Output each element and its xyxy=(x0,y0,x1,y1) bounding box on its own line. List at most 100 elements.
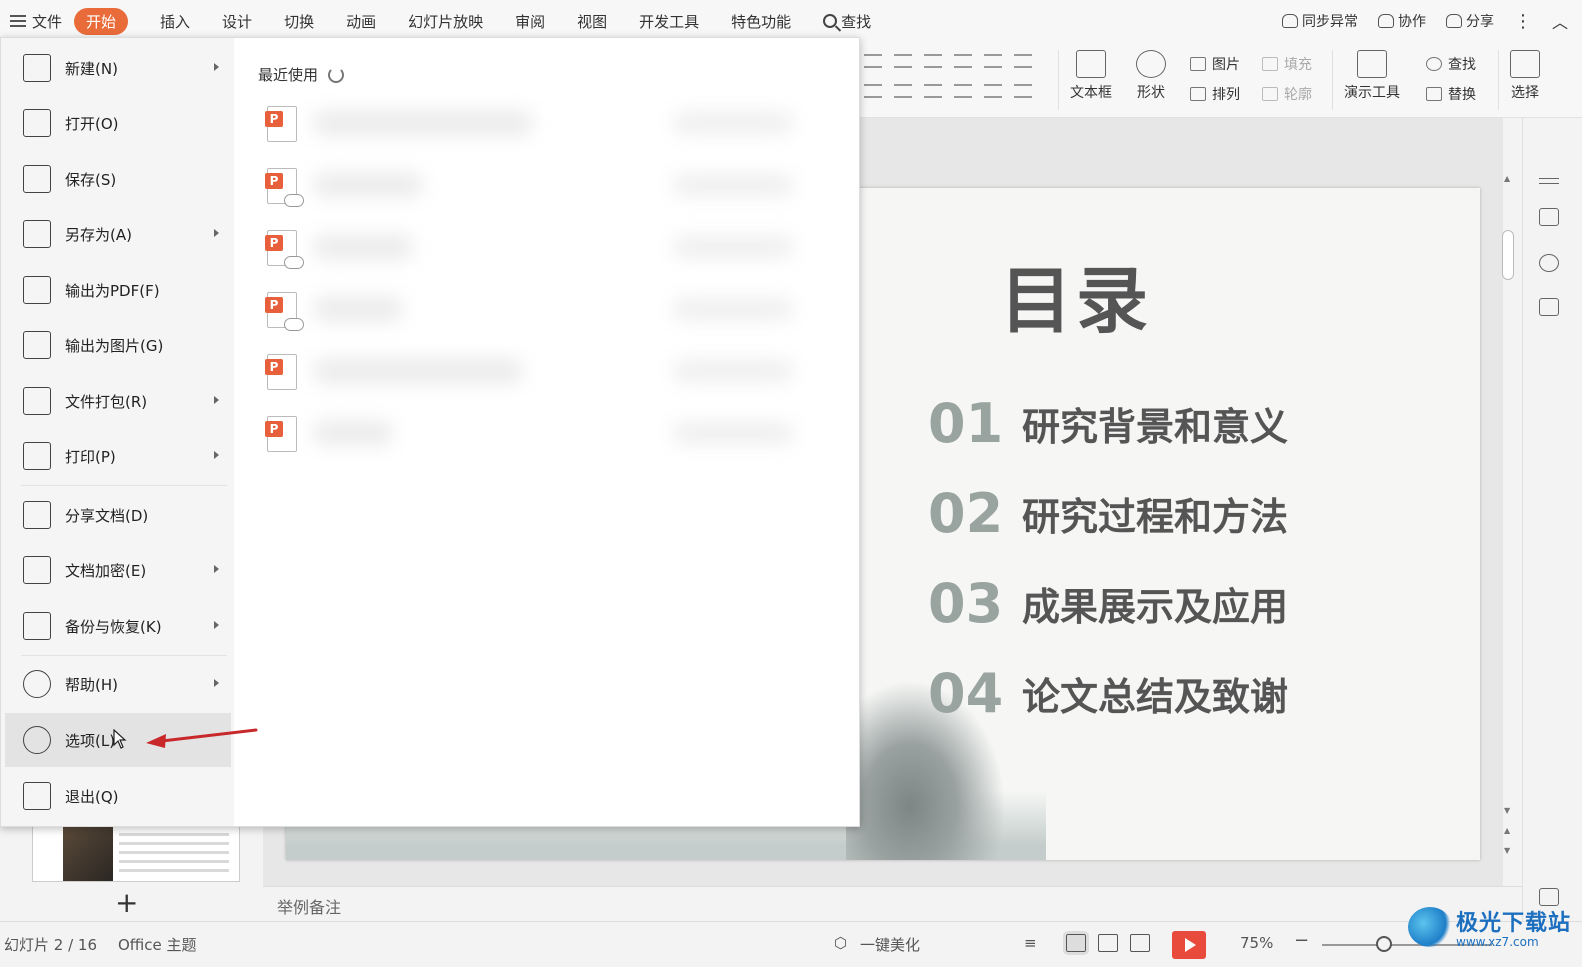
menu-item-exit[interactable]: 退出(Q) xyxy=(5,769,231,823)
paragraph-tools-row1[interactable] xyxy=(864,54,1032,68)
scroll-up-icon[interactable]: ▲ xyxy=(1504,174,1510,183)
properties-icon[interactable] xyxy=(1539,208,1559,226)
prev-slide-icon[interactable]: ▲ xyxy=(1504,826,1510,835)
menu-bar: 文件 开始 插入 设计 切换 动画 幻灯片放映 审阅 视图 开发工具 特色功能 … xyxy=(0,0,1582,42)
star-icon[interactable] xyxy=(1539,254,1559,272)
beautify-button[interactable]: 一键美化 xyxy=(860,934,920,955)
menu-item-label: 文档加密(E) xyxy=(65,561,147,580)
recent-file-item[interactable] xyxy=(263,162,823,216)
tab-special[interactable]: 特色功能 xyxy=(731,11,791,32)
scroll-down-icon[interactable]: ▼ xyxy=(1504,806,1510,815)
tab-review[interactable]: 审阅 xyxy=(515,11,545,32)
recent-file-item[interactable] xyxy=(263,410,823,464)
sorter-view-icon[interactable] xyxy=(1098,934,1118,952)
zoom-slider-knob[interactable] xyxy=(1376,936,1392,952)
file-label: 文件 xyxy=(32,12,63,31)
beautify-icon[interactable]: ⬡ xyxy=(834,934,847,952)
menu-item-help[interactable]: 帮助(H) xyxy=(5,657,231,711)
tab-slideshow[interactable]: 幻灯片放映 xyxy=(408,11,483,32)
menu-item-export-pdf[interactable]: 输出为PDF(F) xyxy=(5,263,231,317)
toc-item[interactable]: 01 研究背景和意义 xyxy=(928,392,1288,455)
recent-file-date-blurred xyxy=(673,174,793,196)
menu-item-open[interactable]: 打开(O) xyxy=(5,96,231,150)
menu-item-package[interactable]: 文件打包(R) xyxy=(5,374,231,428)
submenu-arrow-icon xyxy=(214,396,219,404)
file-menu-button[interactable]: 文件 xyxy=(0,6,72,36)
reading-view-icon[interactable] xyxy=(1130,934,1150,952)
recent-file-item[interactable] xyxy=(263,100,823,154)
tab-start[interactable]: 开始 xyxy=(74,7,129,35)
submenu-arrow-icon xyxy=(214,229,219,237)
collapse-ribbon-icon[interactable]: ︿ xyxy=(1552,9,1568,33)
toc-item[interactable]: 04 论文总结及致谢 xyxy=(928,662,1288,725)
tab-design[interactable]: 设计 xyxy=(222,11,252,32)
arrange-icon xyxy=(1190,87,1206,101)
gear-icon xyxy=(23,726,51,754)
more-options-icon[interactable]: ⋮ xyxy=(1514,11,1532,32)
present-tools-button[interactable]: 演示工具 xyxy=(1344,50,1400,102)
recent-file-item[interactable] xyxy=(263,224,823,278)
zoom-out-icon[interactable]: − xyxy=(1294,930,1309,951)
search-icon xyxy=(823,14,838,28)
toc-item[interactable]: 02 研究过程和方法 xyxy=(928,482,1288,545)
sync-label: 同步异常 xyxy=(1301,14,1358,30)
tab-animation[interactable]: 动画 xyxy=(346,11,376,32)
notes-toggle-icon[interactable]: ≡ xyxy=(1024,934,1037,952)
menu-item-backup[interactable]: 备份与恢复(K) xyxy=(5,599,231,653)
zoom-level[interactable]: 75% xyxy=(1240,934,1273,952)
replace-button[interactable]: 替换 xyxy=(1426,84,1476,104)
shape-button[interactable]: 形状 xyxy=(1136,50,1166,102)
slide-title[interactable]: 目录 xyxy=(1000,242,1152,347)
paragraph-tools-row2[interactable] xyxy=(864,84,1032,98)
add-slide-icon[interactable]: + xyxy=(115,889,138,917)
collab-button[interactable]: 协作 xyxy=(1377,11,1426,31)
recent-file-item[interactable] xyxy=(263,286,823,340)
menu-item-new[interactable]: 新建(N) xyxy=(5,41,231,95)
sync-status-button[interactable]: 同步异常 xyxy=(1281,11,1358,31)
recent-file-name-blurred xyxy=(313,420,393,446)
outline-button[interactable]: 轮廓 xyxy=(1262,84,1312,104)
menu-item-share[interactable]: 分享文档(D) xyxy=(5,488,231,542)
comments-icon[interactable] xyxy=(1539,298,1559,316)
textbox-button[interactable]: 文本框 xyxy=(1070,50,1112,102)
slide-thumbnail[interactable] xyxy=(32,826,240,882)
backup-icon xyxy=(23,612,51,640)
normal-view-icon[interactable] xyxy=(1063,931,1089,955)
drag-handle-icon[interactable] xyxy=(1539,178,1559,184)
grid-view-icon[interactable] xyxy=(1539,888,1559,906)
menu-item-save[interactable]: 保存(S) xyxy=(5,152,231,206)
tab-transition[interactable]: 切换 xyxy=(284,11,314,32)
refresh-icon[interactable] xyxy=(328,66,345,83)
watermark-logo xyxy=(1408,907,1452,947)
menu-item-print[interactable]: 打印(P) xyxy=(5,429,231,483)
menu-item-label: 打印(P) xyxy=(65,447,116,466)
tab-insert[interactable]: 插入 xyxy=(160,11,190,32)
menu-item-label: 备份与恢复(K) xyxy=(65,617,162,636)
find-button[interactable]: 查找 xyxy=(1426,54,1476,74)
share-button[interactable]: 分享 xyxy=(1445,11,1494,31)
arrange-button[interactable]: 排列 xyxy=(1190,84,1240,104)
scrollbar-thumb[interactable] xyxy=(1502,230,1514,280)
menu-item-export-image[interactable]: 输出为图片(G) xyxy=(5,318,231,372)
menu-item-encrypt[interactable]: 文档加密(E) xyxy=(5,543,231,597)
outline-icon xyxy=(1262,87,1278,101)
play-slideshow-button[interactable] xyxy=(1172,931,1206,959)
next-slide-icon[interactable]: ▼ xyxy=(1504,846,1510,855)
picture-icon xyxy=(1190,57,1206,71)
vertical-scrollbar[interactable]: ▲ ▼ ▲ ▼ xyxy=(1500,170,1516,870)
theme-name[interactable]: Office 主题 xyxy=(118,934,197,955)
search-button[interactable]: 查找 xyxy=(823,11,871,32)
menu-item-save-as[interactable]: 另存为(A) xyxy=(5,207,231,261)
fill-button[interactable]: 填充 xyxy=(1262,54,1312,74)
toc-item[interactable]: 03 成果展示及应用 xyxy=(928,572,1288,635)
package-icon xyxy=(23,387,51,415)
folder-open-icon xyxy=(23,109,51,137)
notes-area[interactable]: 举例备注 xyxy=(263,886,1522,921)
select-button[interactable]: 选择 xyxy=(1510,50,1540,102)
recent-file-item[interactable] xyxy=(263,348,823,402)
picture-button[interactable]: 图片 xyxy=(1190,54,1240,74)
share-doc-icon xyxy=(23,501,51,529)
site-watermark: 极光下载站 www.xz7.com xyxy=(1408,905,1571,949)
tab-view[interactable]: 视图 xyxy=(577,11,607,32)
tab-developer[interactable]: 开发工具 xyxy=(639,11,699,32)
